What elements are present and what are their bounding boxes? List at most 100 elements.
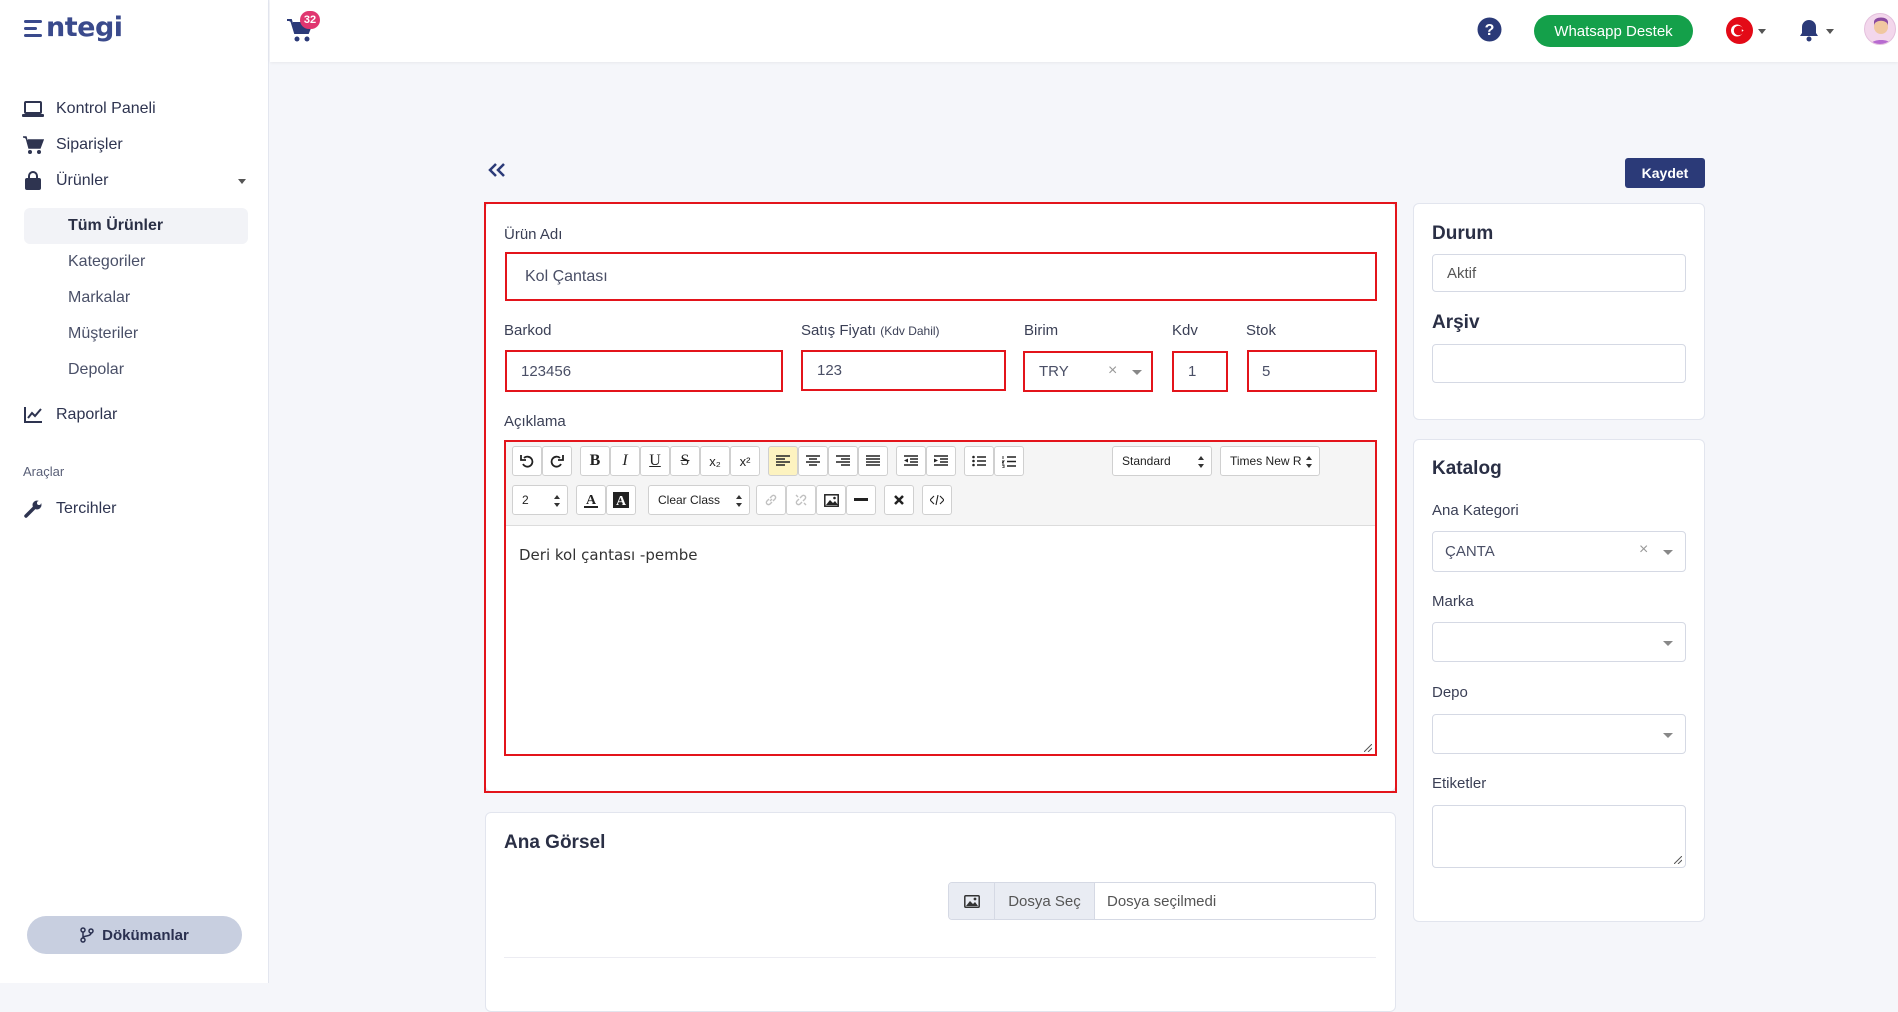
css-class-select[interactable]: Clear Class [648,485,750,515]
image-icon [949,883,995,919]
main-image-title: Ana Görsel [504,832,606,853]
source-code-button[interactable] [922,485,952,515]
sidebar-item-preferences[interactable]: Tercihler [22,494,116,524]
sidebar-section-tools: Araçlar [23,464,65,479]
description-editor-content[interactable]: Deri kol çantası -pembe [506,532,1375,754]
warehouse-label: Depo [1432,684,1468,701]
product-name-input[interactable]: Kol Çantası [505,252,1377,301]
unlink-button[interactable] [786,485,816,515]
align-justify-button[interactable] [858,446,888,476]
font-size-value: 2 [522,493,529,507]
resize-handle-icon[interactable] [1674,856,1682,864]
topbar: 32 ? Whatsapp Destek [270,0,1898,62]
status-title: Durum [1432,223,1494,244]
sidebar-item-label: Tercihler [56,500,117,517]
status-input[interactable]: Aktif [1432,254,1686,292]
main-category-label: Ana Kategori [1432,502,1519,519]
link-icon [765,494,777,506]
barcode-label: Barkod [504,322,552,339]
catalog-title: Katalog [1432,458,1502,479]
bell-icon[interactable] [1798,18,1820,42]
branch-icon [80,927,94,943]
choose-file-button[interactable]: Dosya Seç [995,883,1095,919]
tags-label: Etiketler [1432,775,1487,792]
background-color-button[interactable]: A [606,485,636,515]
sidebar-item-orders[interactable]: Siparişler [22,130,123,160]
redo-button[interactable] [542,446,572,476]
horizontal-rule-button[interactable] [846,485,876,515]
vat-input[interactable]: 1 [1172,351,1228,392]
ordered-list-button[interactable] [994,446,1024,476]
undo-icon [520,455,534,468]
background-color-icon: A [613,492,629,508]
price-label: Satış Fiyatı (Kdv Dahil) [801,322,940,339]
sidebar-item-dashboard[interactable]: Kontrol Paneli [22,94,156,124]
laptop-icon [22,99,44,119]
resize-handle-icon[interactable] [1364,744,1372,752]
save-button[interactable]: Kaydet [1625,158,1705,188]
sidebar: ntegi Kontrol Paneli Siparişler Ürünler … [0,0,269,983]
bold-button[interactable]: B [580,446,610,476]
main-category-value: ÇANTA [1445,543,1495,560]
clear-icon[interactable]: × [1639,541,1648,559]
sidebar-item-products[interactable]: Ürünler [22,166,248,196]
avatar[interactable] [1864,13,1896,45]
italic-button[interactable]: I [610,446,640,476]
stock-label: Stok [1246,322,1277,339]
align-right-button[interactable] [828,446,858,476]
file-input[interactable]: Dosya Seç Dosya seçilmedi [948,882,1376,920]
whatsapp-support-button[interactable]: Whatsapp Destek [1534,15,1693,47]
insert-image-button[interactable] [816,485,846,515]
remove-format-button[interactable] [884,485,914,515]
indent-button[interactable] [926,446,956,476]
archive-input[interactable] [1432,344,1686,383]
outdent-button[interactable] [896,446,926,476]
tags-textarea[interactable] [1432,805,1686,868]
strikethrough-button[interactable]: S [670,446,700,476]
price-input[interactable]: 123 [801,350,1006,391]
paragraph-style-value: Standard [1122,454,1171,468]
sidebar-subitem-customers[interactable]: Müşteriler [24,316,248,352]
main-category-select[interactable]: ÇANTA × [1432,531,1686,572]
undo-button[interactable] [512,446,542,476]
link-button[interactable] [756,485,786,515]
align-justify-icon [866,455,880,466]
warehouse-select[interactable] [1432,714,1686,754]
sidebar-subitem-all-products[interactable]: Tüm Ürünler [24,208,248,244]
font-size-select[interactable]: 2 [512,485,568,515]
sidebar-subitem-warehouses[interactable]: Depolar [24,352,248,388]
align-center-button[interactable] [798,446,828,476]
unordered-list-button[interactable] [964,446,994,476]
docs-button[interactable]: Dökümanlar [27,916,242,954]
notification-caret-icon[interactable] [1826,29,1834,34]
underline-button[interactable]: U [640,446,670,476]
sidebar-item-reports[interactable]: Raporlar [22,400,117,430]
text-color-button[interactable]: A [576,485,606,515]
subscript-button[interactable]: x₂ [700,446,730,476]
price-label-note: (Kdv Dahil) [880,324,940,338]
svg-text:?: ? [1485,22,1495,39]
unit-select[interactable]: TRY × [1023,351,1153,392]
svg-text:A: A [586,493,597,508]
vat-label: Kdv [1172,322,1198,339]
font-family-select[interactable]: Times New R [1220,446,1320,476]
turkey-flag-icon[interactable] [1726,17,1753,44]
stock-input[interactable]: 5 [1247,350,1377,392]
align-left-icon [776,455,790,466]
paragraph-style-select[interactable]: Standard [1112,446,1212,476]
brand-select[interactable] [1432,622,1686,662]
superscript-button[interactable]: x² [730,446,760,476]
svg-text:A: A [616,494,627,508]
barcode-input[interactable]: 123456 [505,350,783,392]
logo-text: ntegi [46,12,123,43]
sidebar-subitem-brands[interactable]: Markalar [24,280,248,316]
chart-line-icon [22,405,44,425]
help-icon[interactable]: ? [1477,17,1502,42]
clear-icon[interactable]: × [1108,362,1117,380]
archive-title: Arşiv [1432,312,1480,333]
language-caret-icon[interactable] [1758,29,1766,34]
align-left-button[interactable] [768,446,798,476]
back-icon[interactable] [488,163,506,177]
divider [504,957,1376,958]
sidebar-subitem-categories[interactable]: Kategoriler [24,244,248,280]
